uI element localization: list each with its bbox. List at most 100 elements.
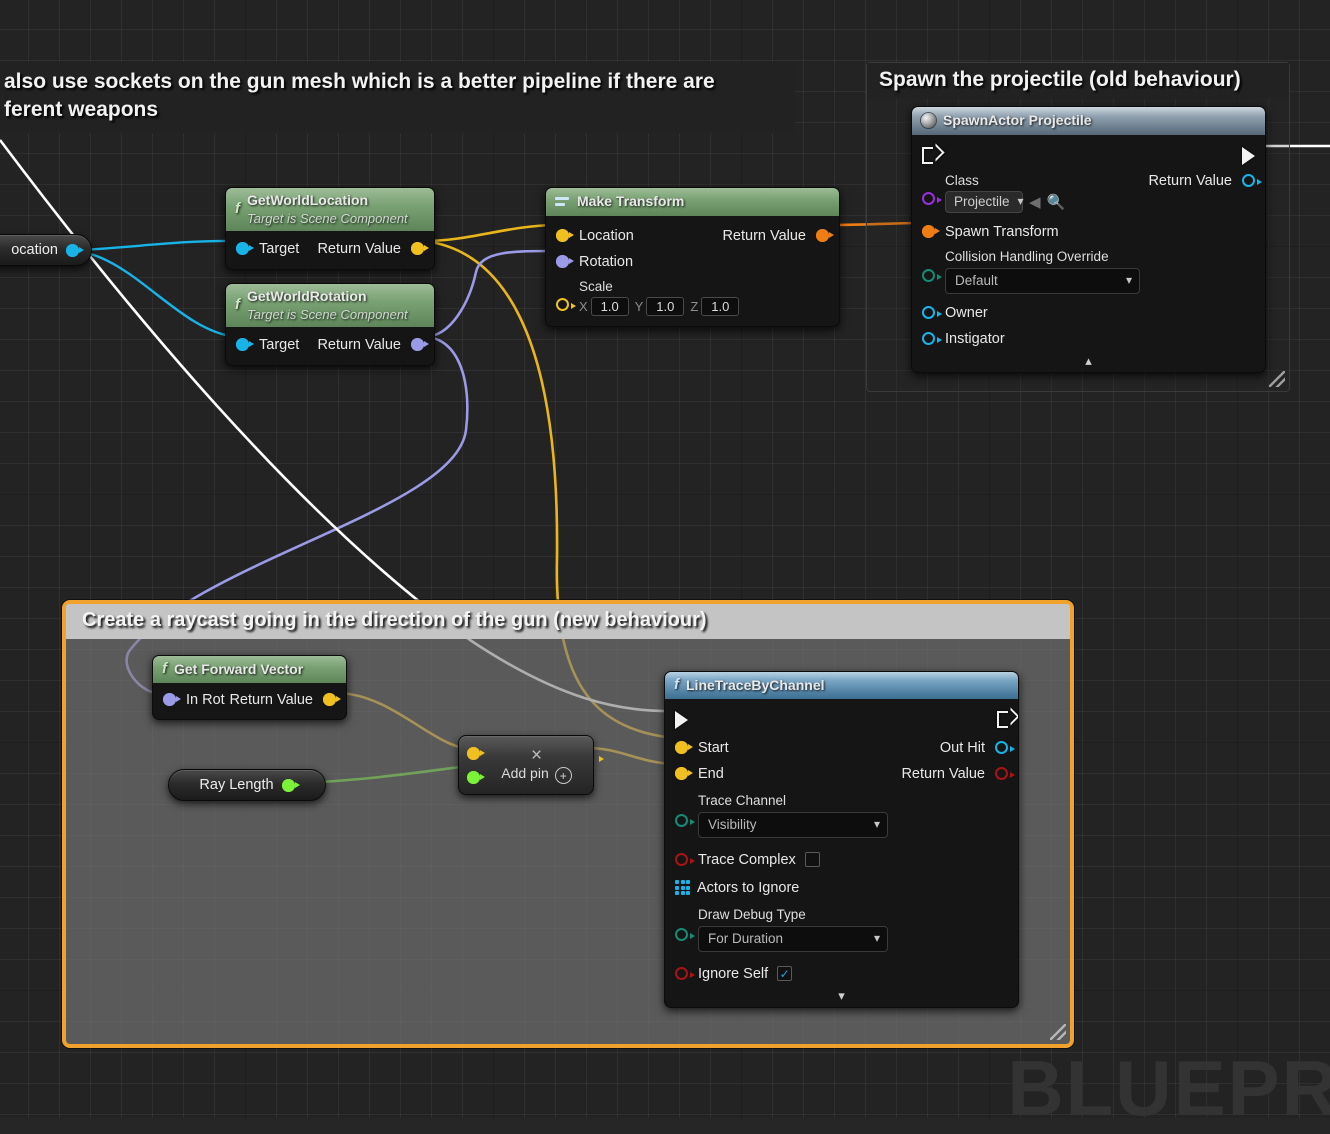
instigator-input-pin[interactable] [922, 332, 942, 345]
node-row: Owner [912, 300, 1265, 326]
scale-z-axis-label: Z [690, 298, 699, 314]
draw-debug-select[interactable]: For Duration ▾ [698, 925, 888, 952]
rotation-input-pin[interactable] [556, 255, 574, 268]
node-get-forward-vector-header: f Get Forward Vector [153, 656, 346, 683]
comment-resize-grip[interactable] [1050, 1024, 1066, 1040]
trace-channel-select-value: Visibility [708, 816, 757, 832]
multiply-input-pin-b[interactable] [467, 770, 485, 784]
browse-back-icon[interactable]: ◀ [1029, 193, 1041, 211]
node-make-transform[interactable]: Make Transform Location Return Value Rot… [545, 187, 840, 327]
return-value-output-pin[interactable] [1242, 173, 1262, 187]
out-hit-label: Out Hit [939, 739, 985, 756]
in-rot-input-pin[interactable] [163, 693, 181, 707]
target-label: Target [259, 240, 300, 257]
function-icon: f [235, 296, 240, 313]
comment-sockets-line2: ferent weapons [4, 97, 159, 121]
node-spawn-actor-projectile[interactable]: SpawnActor Projectile Class Projectile ▾ [911, 106, 1266, 373]
return-value-output-pin[interactable] [411, 338, 429, 352]
in-rot-label: In Rot [186, 691, 225, 708]
scale-z-input[interactable]: 1.0 [701, 296, 740, 316]
node-get-world-location-subtitle: Target is Scene Component [247, 210, 408, 226]
comment-sockets-title: also use sockets on the gun mesh which i… [0, 62, 795, 134]
collision-select[interactable]: Default ▾ [945, 267, 1140, 294]
function-icon: f [162, 660, 167, 677]
return-value-output-pin[interactable] [323, 693, 341, 707]
chevron-down-icon: ▾ [873, 931, 880, 946]
comment-resize-grip[interactable] [1269, 371, 1285, 387]
draw-debug-input-pin[interactable] [675, 927, 695, 941]
blueprint-graph-canvas[interactable]: also use sockets on the gun mesh which i… [0, 0, 1330, 1132]
return-value-label: Return Value [722, 227, 806, 244]
node-line-trace-header: f LineTraceByChannel [665, 672, 1018, 699]
plus-icon[interactable]: + [554, 767, 572, 785]
multiply-input-pins [459, 746, 485, 784]
node-row: Actors to Ignore [665, 875, 1018, 901]
exec-output-pin[interactable] [997, 711, 1008, 729]
scale-input-pin[interactable] [556, 297, 576, 311]
exec-input-pin[interactable] [675, 710, 688, 729]
variable-node-gun-location[interactable]: ocation [0, 234, 92, 266]
ignore-self-checkbox[interactable]: ✓ [777, 966, 793, 982]
spawn-transform-input-pin[interactable] [922, 225, 940, 238]
node-row: Start Out Hit [665, 735, 1018, 761]
scale-y-input[interactable]: 1.0 [646, 296, 685, 316]
multiply-input-pin-a[interactable] [467, 746, 485, 760]
node-row-exec [912, 141, 1265, 171]
comment-sockets[interactable]: also use sockets on the gun mesh which i… [0, 62, 795, 134]
node-get-forward-vector[interactable]: f Get Forward Vector In Rot Return Value [152, 655, 347, 720]
location-label: Location [579, 227, 634, 244]
start-input-pin[interactable] [675, 741, 693, 755]
node-row-exec [665, 705, 1018, 735]
trace-channel-select[interactable]: Visibility ▾ [698, 811, 888, 838]
chevron-down-icon: ▾ [873, 817, 880, 832]
trace-complex-label: Trace Complex [698, 851, 796, 868]
variable-node-ray-length[interactable]: Ray Length [168, 769, 326, 801]
scale-x-input[interactable]: 1.0 [590, 296, 629, 316]
exec-output-pin[interactable] [1242, 146, 1255, 165]
node-row: Scale X 1.0 Y 1.0 Z 1.0 [546, 275, 839, 316]
multiply-add-pin-row[interactable]: Add pin + [501, 765, 572, 785]
out-hit-output-pin[interactable] [995, 741, 1015, 755]
array-pin-icon[interactable] [675, 880, 690, 896]
trace-channel-label: Trace Channel [698, 792, 787, 808]
node-line-trace-by-channel[interactable]: f LineTraceByChannel Start Out Hit End R… [664, 671, 1019, 1008]
scale-y-axis-label: Y [634, 298, 644, 314]
search-icon[interactable]: 🔍 [1047, 193, 1066, 211]
trace-complex-checkbox[interactable] [804, 852, 820, 868]
owner-input-pin[interactable] [922, 306, 942, 319]
target-input-pin[interactable] [236, 338, 254, 352]
node-row-class: Class Projectile ▾ ◀ 🔍 Return Value [912, 171, 1265, 213]
location-input-pin[interactable] [556, 229, 574, 242]
return-value-output-pin[interactable] [411, 242, 429, 256]
class-input-pin[interactable] [922, 191, 942, 205]
function-icon: f [235, 200, 240, 217]
ignore-self-input-pin[interactable] [675, 967, 695, 981]
return-value-label: Return Value [317, 336, 401, 353]
expand-node-toggle[interactable]: ▾ [665, 987, 1018, 1003]
trace-channel-input-pin[interactable] [675, 813, 695, 827]
float-output-pin[interactable] [281, 778, 300, 792]
return-value-label: Return Value [229, 691, 313, 708]
spawn-actor-icon [921, 113, 936, 129]
node-get-world-location[interactable]: f GetWorldLocation Target is Scene Compo… [225, 187, 435, 270]
node-get-world-rotation[interactable]: f GetWorldRotation Target is Scene Compo… [225, 283, 435, 366]
return-value-output-pin[interactable] [816, 229, 834, 242]
return-value-output-pin[interactable] [995, 767, 1015, 781]
object-output-pin[interactable] [66, 243, 84, 257]
return-value-label: Return Value [901, 765, 985, 782]
node-row: Target Return Value [226, 236, 434, 262]
node-get-world-rotation-title: GetWorldRotation [247, 288, 367, 304]
exec-input-pin[interactable] [922, 147, 933, 164]
class-select[interactable]: Projectile ▾ [945, 190, 1024, 213]
collapse-node-toggle[interactable]: ▴ [912, 352, 1265, 368]
target-input-pin[interactable] [236, 242, 254, 256]
end-input-pin[interactable] [675, 767, 693, 781]
trace-complex-input-pin[interactable] [675, 853, 695, 867]
draw-debug-label: Draw Debug Type [698, 906, 806, 922]
node-row: Collision Handling Override Default ▾ [912, 245, 1265, 294]
node-multiply[interactable]: × Add pin + [458, 735, 594, 795]
multiply-center: × Add pin + [480, 746, 593, 785]
node-get-world-rotation-header: f GetWorldRotation Target is Scene Compo… [226, 284, 434, 327]
return-value-label: Return Value [317, 240, 401, 257]
collision-input-pin[interactable] [922, 268, 942, 282]
